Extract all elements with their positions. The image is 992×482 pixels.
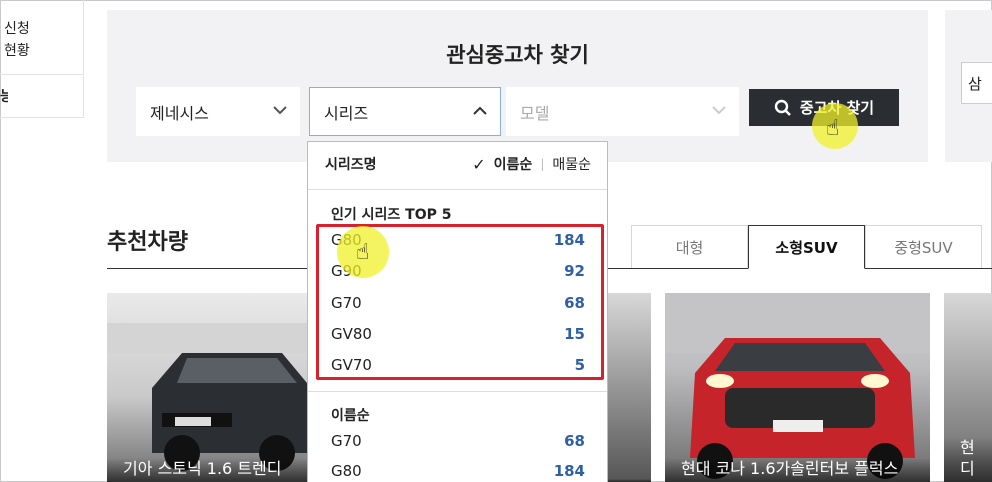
right-panel-select[interactable]: 삼	[961, 62, 992, 104]
hand-cursor-icon: ☝	[356, 240, 370, 265]
popular-series-title: 인기 시리즈 TOP 5	[331, 207, 452, 223]
car-card-caption: 현대 코나 1.6가솔린터보 플럭스	[665, 458, 930, 482]
dropdown-divider	[308, 391, 607, 392]
sort-by-name[interactable]: 이름순	[494, 154, 533, 174]
car-photo	[665, 293, 930, 479]
series-select-value: 시리즈	[324, 103, 369, 123]
brand-select[interactable]: 제네시스	[136, 87, 300, 136]
sort-divider: |	[540, 157, 545, 171]
checkmark-icon: ✓	[472, 154, 486, 174]
search-panel: 관심중고차 찾기 제네시스 시리즈 모델 중고차 찾기	[107, 10, 928, 162]
series-count: 184	[553, 462, 585, 480]
series-name: G80	[331, 462, 362, 480]
list-item[interactable]: G80 184	[331, 460, 585, 482]
chevron-up-icon	[473, 106, 487, 115]
tab-small-suv[interactable]: 소형SUV	[748, 225, 865, 269]
dropdown-header-label: 시리즈명	[325, 157, 377, 173]
sidebar-divider	[0, 74, 84, 75]
model-select-value: 모델	[520, 103, 550, 123]
sidebar-link-apply[interactable]: 신청	[4, 18, 30, 38]
chevron-down-icon	[273, 106, 287, 115]
car-photo	[107, 323, 307, 471]
search-icon	[774, 99, 791, 116]
chevron-down-icon	[712, 106, 726, 115]
car-card[interactable]: 현디	[944, 293, 992, 482]
right-panel-fragment: 삼	[945, 10, 992, 162]
tab-large[interactable]: 대형	[631, 225, 748, 269]
list-item[interactable]: G70 68	[331, 430, 585, 454]
alpha-series-title: 이름순	[331, 408, 370, 424]
sort-by-count[interactable]: 매물순	[552, 154, 591, 174]
car-card-caption: 현디	[944, 437, 992, 482]
tab-mid-suv[interactable]: 중형SUV	[865, 225, 982, 269]
series-select[interactable]: 시리즈	[309, 87, 501, 136]
car-card-caption: 기아 스토닉 1.6 트렌디	[107, 458, 307, 482]
model-select[interactable]: 모델	[506, 87, 739, 136]
car-card[interactable]: 현대 코나 1.6가솔린터보 플럭스	[665, 293, 930, 482]
series-count: 68	[564, 432, 585, 450]
hand-cursor-icon: ☝	[826, 116, 840, 141]
sidebar-fragment: 능	[0, 89, 8, 105]
series-name: G70	[331, 432, 362, 450]
search-panel-title: 관심중고차 찾기	[446, 43, 589, 67]
brand-select-value: 제네시스	[150, 103, 209, 123]
recommend-title: 추천차량	[107, 230, 188, 255]
left-sidebar: 신청 현황 능	[0, 0, 84, 118]
dropdown-header: 시리즈명 ✓ 이름순 | 매물순	[308, 142, 607, 190]
series-dropdown: 시리즈명 ✓ 이름순 | 매물순 인기 시리즈 TOP 5 G80 184 G9…	[307, 141, 608, 482]
sidebar-link-status[interactable]: 현황	[4, 40, 30, 60]
sort-options: ✓ 이름순 | 매물순	[472, 154, 591, 174]
car-card[interactable]: 기아 스토닉 1.6 트렌디	[107, 293, 307, 482]
car-card[interactable]	[608, 293, 651, 482]
